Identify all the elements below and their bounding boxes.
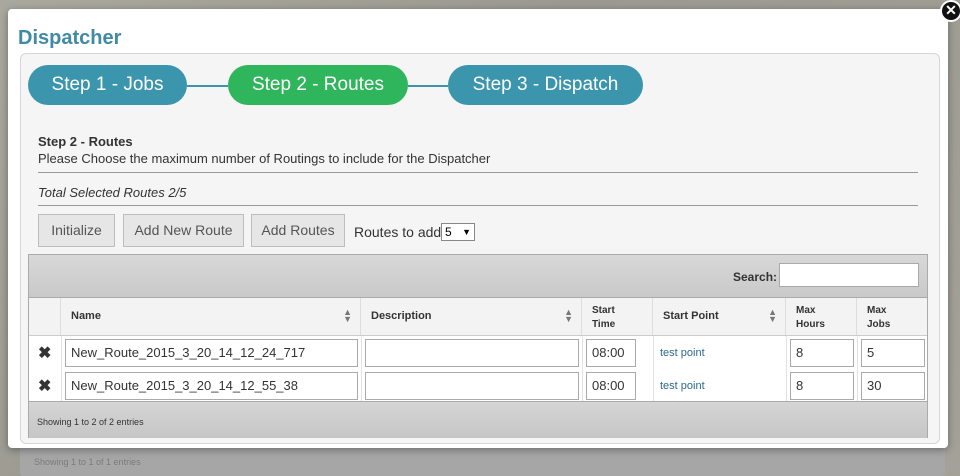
max-jobs-input[interactable]: 30 — [861, 372, 925, 400]
column-separator — [857, 336, 858, 369]
column-separator — [786, 369, 787, 402]
table-toolbar: Search: — [29, 255, 927, 298]
start-time-input[interactable]: 08:00 — [586, 339, 636, 367]
backdrop-footer-text: Showing 1 to 1 of 1 entries — [34, 457, 141, 467]
section-title: Step 2 - Routes — [38, 134, 133, 149]
max-hours-input[interactable]: 8 — [790, 372, 854, 400]
search-input[interactable] — [779, 263, 919, 287]
column-separator — [582, 369, 583, 402]
column-header-delete — [29, 298, 61, 335]
column-start-time-label: Start Time — [592, 305, 616, 330]
search-label: Search: — [733, 270, 778, 284]
table-info-text: Showing 1 to 2 of 2 entries — [37, 417, 144, 427]
wizard-panel: Step 1 - Jobs Step 2 - Routes Step 3 - D… — [20, 53, 940, 444]
route-description-input[interactable] — [365, 339, 579, 367]
column-max-jobs-label: Max Jobs — [867, 305, 891, 330]
routes-to-add-value: 5 — [445, 225, 452, 239]
column-separator — [653, 369, 654, 402]
step-connector — [408, 85, 448, 87]
step-3-dispatch-button[interactable]: Step 3 - Dispatch — [448, 65, 643, 105]
route-name-input[interactable]: New_Route_2015_3_20_14_12_55_38 — [65, 372, 358, 400]
column-separator — [361, 336, 362, 369]
add-routes-button[interactable]: Add Routes — [251, 214, 345, 247]
column-separator — [653, 336, 654, 369]
table-header: Name ▲ ▼ Description ▲ ▼ Start Time Start … — [29, 298, 927, 336]
route-name-input[interactable]: New_Route_2015_3_20_14_12_24_717 — [65, 339, 358, 367]
column-max-hours-label: Max Hours — [796, 305, 825, 330]
column-separator — [361, 369, 362, 402]
table-footer: Showing 1 to 2 of 2 entries — [29, 401, 927, 438]
max-jobs-input[interactable]: 5 — [861, 339, 925, 367]
sort-icon: ▲ ▼ — [343, 307, 352, 324]
total-selected-routes: Total Selected Routes 2/5 — [38, 185, 187, 200]
table-row: ✖ New_Route_2015_3_20_14_12_55_38 08:00 … — [29, 369, 927, 403]
sort-icon: ▲ ▼ — [768, 307, 777, 324]
column-header-description[interactable]: Description ▲ ▼ — [361, 298, 582, 335]
dialog-title: Dispatcher — [18, 27, 122, 49]
routes-to-add-select[interactable]: 5 ▼ — [441, 223, 475, 241]
column-header-name[interactable]: Name ▲ ▼ — [61, 298, 361, 335]
column-name-label: Name — [71, 310, 101, 322]
column-start-point-label: Start Point — [663, 310, 719, 322]
backdrop-table-footer: Showing 1 to 1 of 1 entries — [20, 448, 945, 476]
routes-to-add-label: Routes to add — [354, 224, 442, 240]
step-2-routes-button[interactable]: Step 2 - Routes — [228, 65, 408, 105]
routes-table: Search: Name ▲ ▼ Description ▲ ▼ Start Tim… — [28, 254, 928, 438]
column-separator — [786, 336, 787, 369]
start-point-link[interactable]: test point — [660, 347, 705, 359]
sort-icon: ▲ ▼ — [564, 307, 573, 324]
step-connector — [187, 85, 228, 87]
column-description-label: Description — [371, 310, 432, 322]
section-description: Please Choose the maximum number of Rout… — [38, 151, 491, 166]
delete-icon[interactable]: ✖ — [38, 343, 51, 363]
column-separator — [582, 336, 583, 369]
column-header-start-point[interactable]: Start Point ▲ ▼ — [653, 298, 786, 335]
add-new-route-button[interactable]: Add New Route — [123, 214, 244, 247]
dispatcher-dialog: Dispatcher Step 1 - Jobs Step 2 - Routes… — [8, 9, 948, 448]
column-separator — [61, 369, 62, 402]
start-point-link[interactable]: test point — [660, 380, 705, 392]
max-hours-input[interactable]: 8 — [790, 339, 854, 367]
column-header-max-jobs: Max Jobs — [857, 298, 927, 335]
divider — [38, 172, 918, 173]
delete-icon[interactable]: ✖ — [38, 376, 51, 396]
dropdown-arrow-icon: ▼ — [462, 227, 471, 237]
close-icon[interactable]: ✕ — [940, 0, 960, 22]
step-1-jobs-button[interactable]: Step 1 - Jobs — [28, 65, 187, 105]
table-row: ✖ New_Route_2015_3_20_14_12_24_717 08:00… — [29, 336, 927, 370]
divider — [38, 205, 918, 206]
route-description-input[interactable] — [365, 372, 579, 400]
column-separator — [857, 369, 858, 402]
column-header-start-time: Start Time — [582, 298, 653, 335]
column-separator — [61, 336, 62, 369]
initialize-button[interactable]: Initialize — [38, 214, 115, 247]
column-header-max-hours: Max Hours — [786, 298, 857, 335]
start-time-input[interactable]: 08:00 — [586, 372, 636, 400]
